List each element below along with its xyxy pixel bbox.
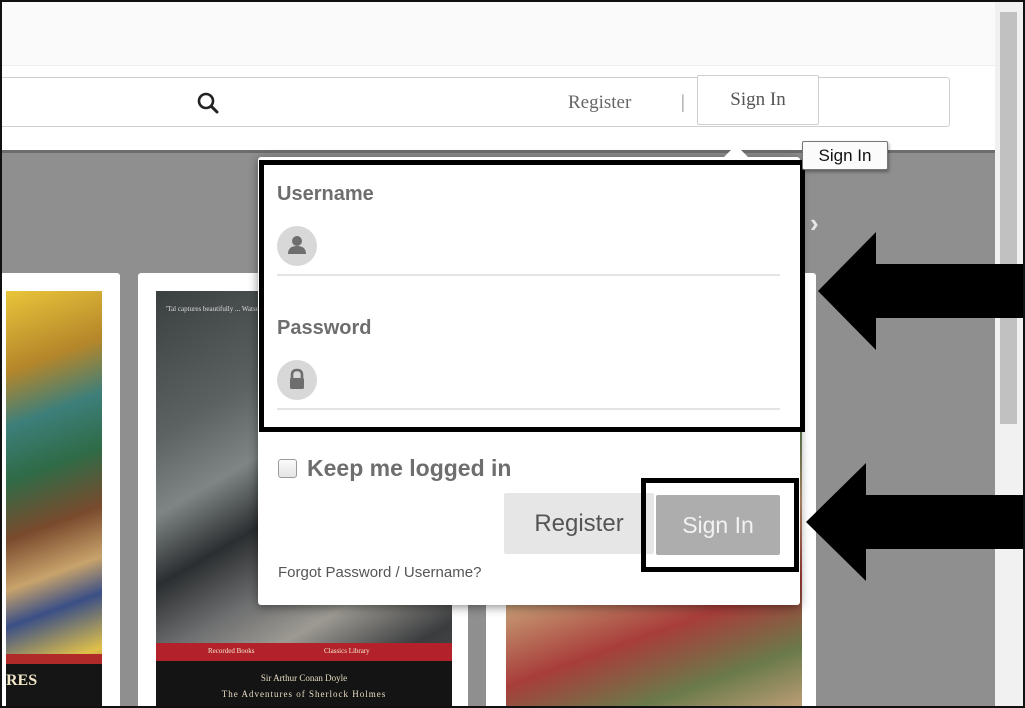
cover-footer: Sir Arthur Conan Doyle The Adventures of…: [156, 661, 452, 706]
user-icon: [277, 226, 317, 266]
username-underline: [277, 274, 780, 276]
signin-button[interactable]: Sign In: [656, 495, 780, 555]
cover-band: [6, 654, 102, 664]
register-button[interactable]: Register: [504, 493, 654, 554]
cover-footer: RES: [6, 664, 102, 706]
forgot-password-link[interactable]: Forgot Password / Username?: [278, 564, 481, 581]
username-field[interactable]: [328, 229, 778, 265]
browser-top-strip: [2, 2, 995, 66]
book-cover[interactable]: RES: [6, 291, 102, 706]
book-title: RES: [6, 672, 38, 689]
book-card[interactable]: RES: [2, 273, 120, 706]
password-field[interactable]: [328, 363, 778, 399]
password-label: Password: [277, 317, 372, 339]
site-header: Register | Sign In: [0, 66, 995, 152]
popover-caret: [723, 145, 749, 158]
search-icon[interactable]: [196, 91, 220, 115]
keep-logged-in[interactable]: Keep me logged in: [278, 455, 511, 482]
book-title: The Adventures of Sherlock Holmes: [221, 689, 387, 699]
username-label: Username: [277, 183, 374, 205]
page-scrollbar[interactable]: [995, 2, 1023, 706]
series-label: Classics Library: [324, 647, 370, 655]
password-underline: [277, 408, 780, 410]
header-signin-button[interactable]: Sign In: [697, 75, 819, 125]
login-popover: Username Password Keep me logged in Regi…: [258, 145, 800, 605]
keep-logged-in-checkbox[interactable]: [278, 459, 297, 478]
annotation-arrow-left-icon: [818, 232, 1023, 350]
header-divider: |: [681, 92, 685, 113]
keep-logged-in-label[interactable]: Keep me logged in: [307, 455, 511, 482]
search-input[interactable]: [9, 88, 189, 116]
header-register-link[interactable]: Register: [568, 92, 631, 114]
signin-tooltip: Sign In: [802, 141, 888, 170]
publisher-label: Recorded Books: [208, 647, 255, 655]
book-author: Sir Arthur Conan Doyle: [260, 673, 348, 683]
annotation-arrow-left-icon: [806, 463, 1023, 581]
lock-icon: [277, 360, 317, 400]
cover-band: Recorded Books Classics Library: [156, 643, 452, 661]
scrollbar-thumb[interactable]: [1000, 12, 1017, 424]
